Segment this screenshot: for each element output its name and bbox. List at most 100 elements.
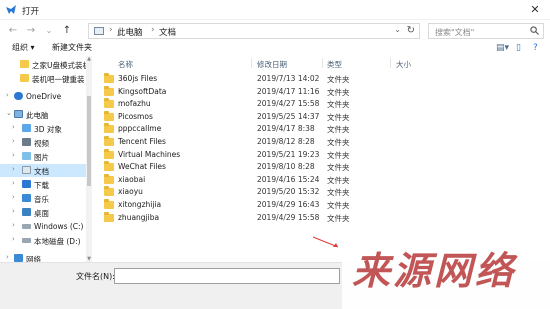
annotation-arrow [312, 236, 339, 248]
chevron-right-icon[interactable]: › [12, 221, 15, 229]
folder-icon [20, 74, 29, 82]
file-row[interactable]: xitongzhijia 2019/4/29 16:43 文件夹 [100, 199, 390, 211]
sidebar-item-label: 下载 [34, 181, 49, 190]
close-button[interactable]: ✕ [528, 3, 542, 16]
file-type: 文件夹 [327, 75, 350, 84]
sidebar-item-label: 视频 [34, 139, 49, 148]
file-row[interactable]: WeChat Files 2019/8/10 8:28 文件夹 [100, 161, 390, 173]
folder-icon [104, 98, 114, 109]
file-row[interactable]: xiaoyu 2019/5/20 15:32 文件夹 [100, 186, 390, 198]
file-date: 2019/5/21 19:23 [257, 149, 320, 159]
sidebar-item-3d-objects[interactable]: › 3D 对象 [0, 122, 86, 135]
new-folder-button[interactable]: 新建文件夹 [52, 42, 92, 53]
column-header-name[interactable]: 名称 [118, 59, 133, 70]
file-row[interactable]: KingsoftData 2019/4/17 11:16 文件夹 [100, 85, 390, 98]
chevron-right-icon[interactable]: › [12, 165, 15, 173]
file-type: 文件夹 [327, 201, 350, 210]
chevron-right-icon[interactable]: › [12, 207, 15, 215]
sidebar-item-label: 图片 [34, 153, 49, 162]
breadcrumb-documents[interactable]: 文档 [159, 26, 176, 38]
sidebar-item-videos[interactable]: › 视频 [0, 136, 86, 149]
chevron-down-icon[interactable]: ⌄ [6, 109, 12, 117]
chevron-right-icon[interactable]: › [6, 253, 9, 261]
file-row[interactable]: Tencent Files 2019/8/12 8:28 文件夹 [100, 136, 390, 148]
organize-button[interactable]: 组织 ▾ [12, 42, 35, 53]
sidebar-item-documents[interactable]: › 文档 [0, 164, 86, 177]
file-row[interactable]: pppccallme 2019/4/17 8:38 文件夹 [100, 123, 390, 135]
address-dropdown-icon[interactable]: ⌄ [394, 25, 401, 34]
app-icon [6, 5, 16, 14]
sidebar-item-label: 装机吧一键重装 [32, 75, 85, 84]
sidebar-item-pictures[interactable]: › 图片 [0, 150, 86, 163]
address-bar[interactable]: › 此电脑 › 文档 ⌄ ↻ [88, 23, 420, 39]
sidebar-item-label: 之家U盘模式装机 [32, 61, 86, 70]
column-header-size[interactable]: 大小 [396, 59, 411, 70]
file-date: 2019/5/20 15:32 [257, 187, 320, 197]
file-row[interactable]: xiaobai 2019/4/16 15:24 文件夹 [100, 173, 390, 186]
forward-button[interactable]: → [24, 24, 38, 38]
sidebar-item-desktop[interactable]: › 桌面 [0, 206, 86, 219]
help-icon[interactable]: ? [533, 43, 538, 53]
file-name: 360js Files [118, 74, 158, 83]
pc-icon [14, 110, 23, 118]
preview-pane-icon[interactable]: ▯ [516, 43, 521, 53]
drive-icon [22, 224, 31, 229]
file-row[interactable]: mofazhu 2019/4/27 15:58 文件夹 [100, 98, 390, 110]
scrollbar-thumb[interactable] [87, 96, 91, 186]
sidebar-item-this-pc[interactable]: ⌄ 此电脑 [0, 108, 86, 121]
refresh-button[interactable]: ↻ [407, 25, 415, 36]
folder-icon [104, 211, 114, 222]
recent-locations-dropdown[interactable]: ⌄ [42, 24, 56, 38]
chevron-right-icon[interactable]: › [12, 151, 15, 159]
sidebar-item-drive-c[interactable]: › Windows (C:) [0, 220, 86, 233]
cube-icon [22, 124, 31, 132]
chevron-right-icon[interactable]: › [12, 179, 15, 187]
desktop-icon [22, 208, 31, 216]
file-name: Picosmos [118, 111, 153, 121]
column-header-type[interactable]: 类型 [327, 59, 342, 70]
file-type: 文件夹 [327, 125, 350, 135]
column-header-date[interactable]: 修改日期 [257, 59, 287, 70]
picture-icon [22, 152, 31, 160]
file-row[interactable]: zhuangjiba 2019/4/29 15:58 文件夹 [100, 211, 390, 224]
view-options-icon[interactable]: ▤▾ [496, 43, 509, 53]
sidebar-item-quick-folder-1[interactable]: 之家U盘模式装机 [0, 58, 86, 71]
folder-icon [20, 60, 29, 68]
up-button[interactable]: ↑ [60, 24, 74, 38]
column-divider[interactable] [390, 58, 391, 68]
file-name-input[interactable] [114, 268, 340, 284]
search-box[interactable]: 搜索"文档" [428, 23, 544, 39]
file-name: Tencent Files [118, 137, 166, 146]
download-icon [22, 180, 31, 188]
chevron-right-icon[interactable]: › [6, 91, 9, 99]
file-name: xitongzhijia [118, 200, 162, 209]
folder-icon [104, 186, 114, 197]
sidebar-item-label: OneDrive [26, 92, 62, 101]
file-row[interactable]: Picosmos 2019/5/25 14:37 文件夹 [100, 110, 390, 123]
column-divider[interactable] [322, 58, 323, 68]
chevron-right-icon[interactable]: › [12, 193, 15, 201]
chevron-right-icon[interactable]: › [12, 235, 15, 243]
file-type: 文件夹 [327, 188, 350, 198]
music-icon [22, 194, 31, 202]
watermark-text: 来源网络 [352, 248, 517, 293]
file-type: 文件夹 [327, 100, 350, 110]
column-divider[interactable] [251, 58, 252, 68]
sidebar-item-downloads[interactable]: › 下载 [0, 178, 86, 191]
file-type: 文件夹 [327, 87, 350, 97]
sidebar-item-music[interactable]: › 音乐 [0, 192, 86, 205]
sidebar-item-onedrive[interactable]: › OneDrive [0, 90, 86, 103]
back-button[interactable]: ← [6, 24, 20, 38]
sidebar-scrollbar[interactable]: ▲ ▼ [86, 56, 92, 262]
file-row[interactable]: 360js Files 2019/7/13 14:02 文件夹 [100, 73, 390, 85]
sidebar-item-drive-d[interactable]: › 本地磁盘 (D:) [0, 234, 86, 247]
chevron-right-icon[interactable]: › [12, 123, 15, 131]
chevron-right-icon[interactable]: › [12, 137, 15, 145]
breadcrumb-this-pc[interactable]: 此电脑 [117, 26, 143, 38]
file-row[interactable]: Virtual Machines 2019/5/21 19:23 文件夹 [100, 148, 390, 161]
command-bar: 组织 ▾ 新建文件夹 ▤▾ ▯ ? [0, 42, 550, 56]
file-name: pppccallme [118, 124, 162, 134]
file-name-label: 文件名(N): [76, 272, 115, 281]
scroll-up-arrow-icon[interactable]: ▲ [86, 56, 92, 62]
sidebar-item-quick-folder-2[interactable]: 装机吧一键重装 [0, 72, 86, 85]
